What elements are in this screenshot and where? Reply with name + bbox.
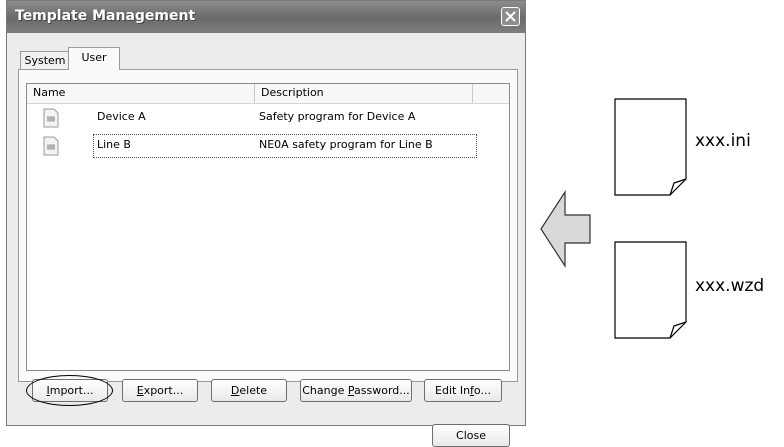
row-name: Device A: [97, 110, 146, 123]
change-password-button[interactable]: Change Password...: [300, 379, 412, 402]
list-item[interactable]: Device A Safety program for Device A: [27, 106, 509, 130]
window-title: Template Management: [15, 8, 196, 24]
list-item[interactable]: Line B NE0A safety program for Line B: [27, 134, 509, 158]
template-management-window: Template Management System User Name Des…: [6, 0, 526, 447]
row-name: Line B: [97, 138, 131, 151]
dialog-client-area: System User Name Description Device A Sa…: [10, 33, 522, 447]
column-header-description[interactable]: Description: [255, 84, 473, 103]
template-file-icon: [43, 108, 59, 128]
row-description: Safety program for Device A: [259, 110, 416, 123]
tab-user[interactable]: User: [68, 47, 120, 70]
delete-button[interactable]: Delete: [211, 379, 287, 402]
template-list[interactable]: Name Description Device A Safety program…: [26, 83, 510, 371]
close-button[interactable]: Close: [432, 424, 510, 447]
template-file-icon: [43, 136, 59, 156]
row-description: NE0A safety program for Line B: [259, 138, 433, 151]
ini-file-icon: [614, 98, 687, 196]
title-bar[interactable]: Template Management: [7, 1, 525, 33]
wzd-file-label: xxx.wzd: [695, 276, 765, 296]
edit-info-button[interactable]: Edit Info...: [424, 379, 502, 402]
column-header-name[interactable]: Name: [27, 84, 255, 103]
ini-file-label: xxx.ini: [695, 131, 751, 151]
close-icon: [505, 11, 516, 22]
export-button[interactable]: Export...: [122, 379, 198, 402]
list-header: Name Description: [27, 84, 509, 104]
close-window-button[interactable]: [501, 7, 520, 26]
import-highlight-ellipse: [26, 375, 113, 406]
import-arrow-icon: [540, 190, 591, 268]
wzd-file-icon: [614, 241, 687, 339]
tab-system[interactable]: System: [20, 51, 70, 69]
